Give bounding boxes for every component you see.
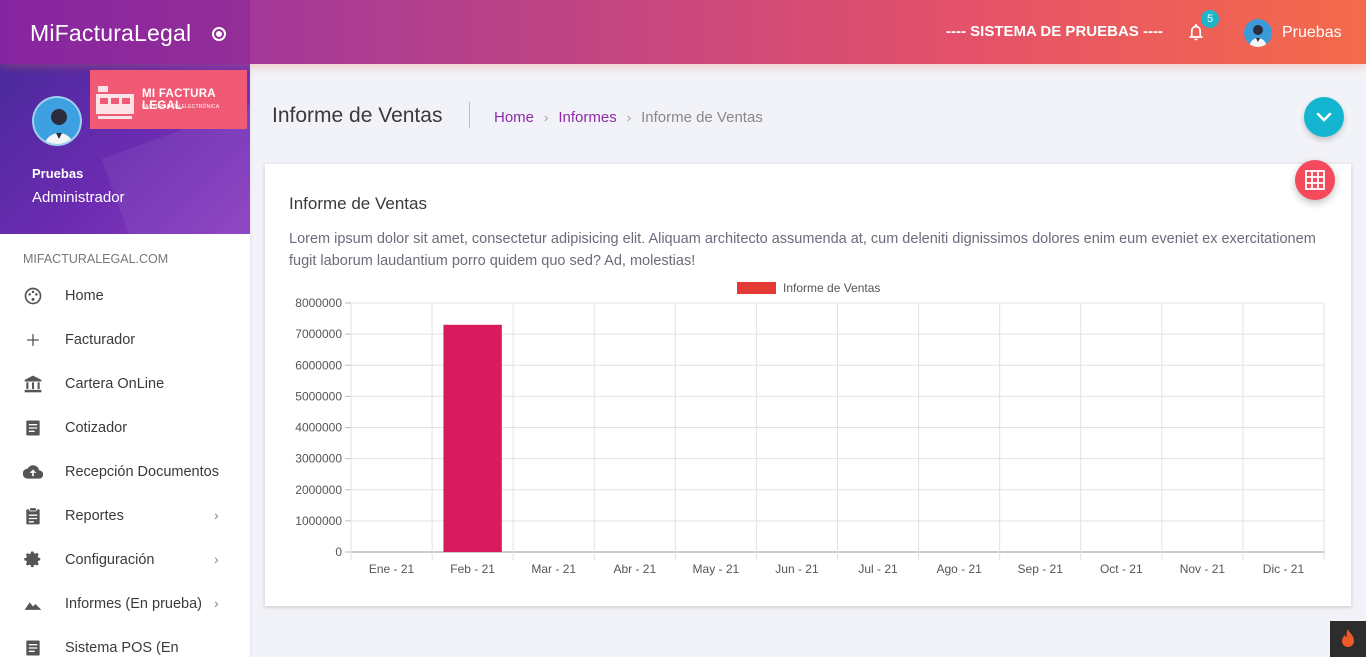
y-tick-label: 2000000 bbox=[295, 483, 342, 497]
clipboard-icon bbox=[26, 507, 40, 525]
sidebar-item-cartera[interactable]: Cartera OnLine bbox=[0, 362, 250, 406]
y-tick-label: 4000000 bbox=[295, 421, 342, 435]
y-tick-label: 0 bbox=[335, 545, 342, 559]
y-tick-label: 1000000 bbox=[295, 514, 342, 528]
flame-icon bbox=[1342, 629, 1354, 647]
sidebar-item-label: Facturador bbox=[65, 332, 136, 348]
legend-label: Informe de Ventas bbox=[783, 281, 880, 295]
card-description: Lorem ipsum dolor sit amet, consectetur … bbox=[289, 231, 1316, 269]
profile-avatar bbox=[32, 96, 82, 146]
x-tick-label: Ago - 21 bbox=[936, 562, 982, 576]
sidebar-item-label: Home bbox=[65, 288, 104, 304]
legend-swatch bbox=[737, 282, 776, 294]
grid-icon bbox=[1305, 170, 1325, 190]
bank-icon bbox=[24, 375, 42, 393]
sidebar-item-label: Recepción Documentos bbox=[65, 464, 219, 480]
x-tick-label: Ene - 21 bbox=[369, 562, 415, 576]
x-tick-label: May - 21 bbox=[693, 562, 740, 576]
x-tick-label: Sep - 21 bbox=[1018, 562, 1064, 576]
table-view-button[interactable] bbox=[1295, 160, 1335, 200]
logo-subtitle: FACTURACIÓN ELECTRÓNICA bbox=[142, 104, 220, 110]
x-tick-label: Jun - 21 bbox=[775, 562, 819, 576]
debug-toolbar-button[interactable] bbox=[1330, 621, 1366, 657]
chevron-right-icon: › bbox=[214, 551, 219, 567]
sidebar-item-label: Informes (En prueba) bbox=[65, 596, 203, 612]
top-bar: MiFacturaLegal ---- SISTEMA DE PRUEBAS -… bbox=[0, 0, 1366, 64]
page-title: Informe de Ventas bbox=[272, 104, 443, 127]
plus-icon bbox=[27, 334, 39, 346]
sidebar-item-facturador[interactable]: Facturador bbox=[0, 318, 250, 362]
y-tick-label: 5000000 bbox=[295, 389, 342, 403]
chevron-down-icon bbox=[1316, 112, 1332, 122]
landscape-icon bbox=[24, 602, 42, 610]
breadcrumb-home[interactable]: Home bbox=[494, 109, 534, 126]
sidebar-item-configuracion[interactable]: Configuración › bbox=[0, 538, 250, 582]
sidebar-item-label: Reportes bbox=[65, 508, 124, 524]
sidebar-item-pos[interactable]: Sistema POS (En bbox=[0, 626, 250, 657]
chevron-right-icon: › bbox=[626, 110, 632, 125]
user-avatar[interactable] bbox=[1244, 19, 1272, 47]
profile-panel: MI FACTURA LEGAL FACTURACIÓN ELECTRÓNICA… bbox=[0, 64, 250, 234]
sidebar-item-label: Cotizador bbox=[65, 420, 128, 436]
cloud-upload-icon bbox=[23, 465, 43, 479]
sidebar-item-label: Cartera OnLine bbox=[65, 376, 165, 392]
y-tick-label: 6000000 bbox=[295, 358, 342, 372]
section-label: MIFACTURALEGAL.COM bbox=[23, 252, 169, 266]
chevron-right-icon: › bbox=[214, 507, 219, 523]
document-icon bbox=[26, 640, 40, 656]
sidebar-item-home[interactable]: Home bbox=[0, 274, 250, 318]
x-tick-label: Dic - 21 bbox=[1263, 562, 1305, 576]
bar bbox=[443, 324, 502, 552]
x-tick-label: Oct - 21 bbox=[1100, 562, 1143, 576]
breadcrumb-informes[interactable]: Informes bbox=[558, 109, 616, 126]
x-tick-label: Jul - 21 bbox=[858, 562, 898, 576]
sidebar: MI FACTURA LEGAL FACTURACIÓN ELECTRÓNICA… bbox=[0, 64, 250, 657]
sidebar-item-informes[interactable]: Informes (En prueba) › bbox=[0, 582, 250, 626]
card-title: Informe de Ventas bbox=[289, 194, 427, 213]
logo-illustration-icon bbox=[96, 86, 134, 119]
sidebar-item-label: Sistema POS (En bbox=[65, 640, 179, 656]
x-tick-label: Nov - 21 bbox=[1180, 562, 1226, 576]
x-tick-label: Mar - 21 bbox=[531, 562, 576, 576]
sidebar-item-recepcion[interactable]: Recepción Documentos bbox=[0, 450, 250, 494]
x-tick-label: Abr - 21 bbox=[613, 562, 656, 576]
system-label: ---- SISTEMA DE PRUEBAS ---- bbox=[946, 23, 1163, 40]
user-name[interactable]: Pruebas bbox=[1282, 24, 1342, 42]
breadcrumb: Home › Informes › Informe de Ventas bbox=[494, 109, 763, 126]
breadcrumb-current: Informe de Ventas bbox=[641, 109, 763, 126]
sales-chart: 0 1000000 2000000 3000000 4000000 5000000 6000… bbox=[295, 281, 1325, 576]
document-icon bbox=[26, 420, 40, 436]
sidebar-item-reportes[interactable]: Reportes › bbox=[0, 494, 250, 538]
gear-icon bbox=[24, 551, 41, 568]
brand-logo-text[interactable]: MiFacturaLegal bbox=[30, 20, 191, 47]
y-tick-label: 7000000 bbox=[295, 327, 342, 341]
y-tick-label: 8000000 bbox=[295, 296, 342, 310]
x-tick-label: Feb - 21 bbox=[450, 562, 495, 576]
chevron-right-icon: › bbox=[544, 110, 549, 125]
title-divider bbox=[469, 102, 470, 128]
dropdown-button[interactable] bbox=[1304, 97, 1344, 137]
sidebar-item-label: Configuración bbox=[65, 552, 155, 568]
sidebar-toggle-icon[interactable] bbox=[212, 27, 226, 41]
profile-name: Pruebas bbox=[32, 166, 84, 181]
company-logo: MI FACTURA LEGAL FACTURACIÓN ELECTRÓNICA bbox=[90, 70, 247, 129]
chevron-right-icon: › bbox=[214, 595, 219, 611]
profile-role: Administrador bbox=[32, 189, 125, 206]
notification-badge: 5 bbox=[1201, 10, 1219, 28]
palette-icon bbox=[24, 287, 42, 305]
sidebar-item-cotizador[interactable]: Cotizador bbox=[0, 406, 250, 450]
y-tick-label: 3000000 bbox=[295, 452, 342, 466]
sidebar-menu: Home Facturador Cartera OnLine Cotizador… bbox=[0, 274, 250, 657]
